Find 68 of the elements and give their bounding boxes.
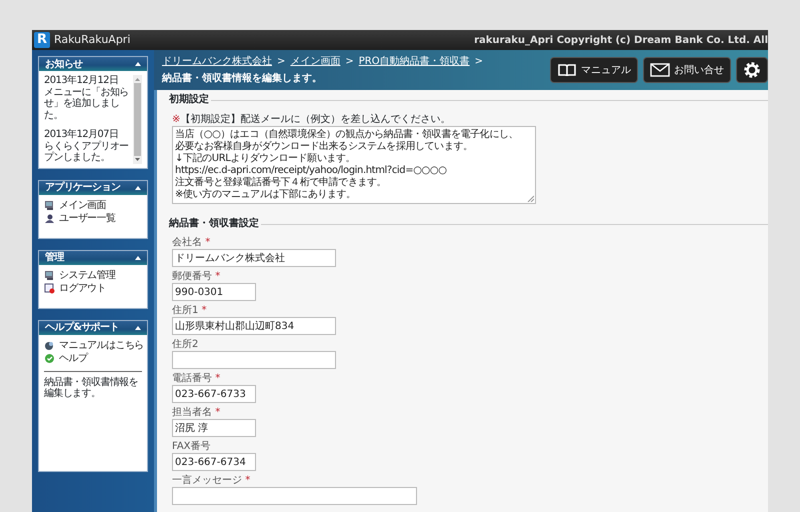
scrollbar[interactable] xyxy=(133,75,142,164)
settings-button[interactable] xyxy=(736,57,768,83)
input-field[interactable]: 023-667-6733 xyxy=(172,385,256,403)
collapse-icon[interactable] xyxy=(135,62,141,66)
menu-item[interactable]: ログアウト xyxy=(44,282,142,296)
manual-button[interactable]: マニュアル xyxy=(550,57,638,83)
page-title: 納品書・領収書情報を編集します。 xyxy=(162,72,323,86)
user-icon xyxy=(44,213,55,224)
field-label: FAX番号 xyxy=(172,441,212,453)
notice-date: 2013年12月12日 xyxy=(44,75,120,86)
text-line: ↓下記のURLよりダウンロード願います。 xyxy=(175,153,356,164)
breadcrumb-link[interactable]: PRO自動納品書・領収書 xyxy=(358,56,470,67)
text-line: 注文番号と登録電話番号下４桁で申請できます。 xyxy=(175,177,386,188)
template-textarea[interactable]: 当店（○○）はエコ（自然環境保全）の観点から納品書・領収書を電子化にし、 必要なお客様自身がダウンロード出来るシステムを採用しています。 ↓下記のURLよりダウンロード願います。 https://ec.d-apri.com/receipt/yahoo/login.html?cid=○○○○ 注文番号と登録電話番号下４桁で申請できます。 ※使い方のマニュアルは下部にあります。 xyxy=(172,126,536,204)
menu-item[interactable]: メイン画面 xyxy=(44,198,142,212)
section-title: 納品書・領収書設定 xyxy=(169,218,259,230)
panel-title: アプリケーション xyxy=(45,180,120,195)
menu-item[interactable]: マニュアルはこちら xyxy=(44,338,142,352)
logout-icon xyxy=(44,283,55,294)
settings-icon xyxy=(743,61,761,79)
breadcrumb-separator: > xyxy=(277,56,286,67)
app-logo: R xyxy=(34,32,50,48)
section-title: 初期設定 xyxy=(169,94,209,106)
field-label: 郵便番号 * xyxy=(172,271,222,283)
input-field[interactable] xyxy=(172,351,336,369)
monitor-icon xyxy=(44,270,55,281)
contact-button[interactable]: お問い合せ xyxy=(643,57,731,83)
app-name: RakuRakuApri xyxy=(54,32,130,48)
field-label: 会社名 * xyxy=(172,237,212,249)
panel-title: お知らせ xyxy=(45,58,83,72)
breadcrumb-separator: > xyxy=(474,56,484,67)
text-line: https://ec.d-apri.com/receipt/yahoo/login.html?cid=○○○○ xyxy=(175,165,447,176)
panel-title: 管理 xyxy=(45,250,64,265)
input-field[interactable]: 山形県東村山郡山辺町834 xyxy=(172,317,336,335)
breadcrumb-link[interactable]: メイン画面 xyxy=(290,56,340,67)
notice-text: メニューに「お知らせ」を追加しました。 xyxy=(44,86,130,121)
collapse-icon[interactable] xyxy=(135,326,141,330)
panel-title: ヘルプ&サポート xyxy=(45,320,119,335)
help-icon xyxy=(44,353,55,364)
menu-item[interactable]: ユーザー一覧 xyxy=(44,212,142,226)
notice-date: 2013年12月07日 xyxy=(44,129,120,140)
text-line: ※使い方のマニュアルは下部にあります。 xyxy=(175,189,356,200)
menu-item[interactable]: ヘルプ xyxy=(44,352,142,366)
scroll-down-icon[interactable] xyxy=(133,156,142,164)
resize-grip-icon[interactable] xyxy=(527,195,534,202)
panel-description: 納品書・領収書情報を編集します。 xyxy=(44,376,140,400)
breadcrumb-separator: > xyxy=(345,56,354,67)
field-label: 住所1 * xyxy=(172,305,208,317)
monitor-icon xyxy=(44,200,55,211)
input-field[interactable]: 990-0301 xyxy=(172,283,256,301)
input-field[interactable] xyxy=(172,487,417,505)
field-label: 電話番号 * xyxy=(172,373,222,385)
input-field[interactable]: 沼尻 淳 xyxy=(172,419,256,437)
input-field[interactable]: ドリームバンク株式会社 xyxy=(172,249,336,267)
note-text: ※【初期設定】配送メールに（例文）を差し込んでください。 xyxy=(172,114,452,126)
breadcrumb-link[interactable]: ドリームバンク株式会社 xyxy=(162,56,272,67)
input-field[interactable]: 023-667-6734 xyxy=(172,453,256,471)
field-label: 住所2 xyxy=(172,339,200,351)
text-line: 当店（○○）はエコ（自然環境保全）の観点から納品書・領収書を電子化にし、 xyxy=(175,129,518,140)
notice-text: らくらくアプリオープンしました。 xyxy=(44,140,130,164)
collapse-icon[interactable] xyxy=(135,186,141,190)
collapse-icon[interactable] xyxy=(135,256,141,260)
text-line: 必要なお客様自身がダウンロード出来るシステムを採用しています。 xyxy=(175,141,473,152)
field-label: 担当者名 * xyxy=(172,407,222,419)
copyright-text: rakuraku_Apri Copyright (c) Dream Bank Co. Ltd. All xyxy=(474,34,768,48)
menu-item[interactable]: システム管理 xyxy=(44,268,142,282)
field-label: 一言メッセージ * xyxy=(172,475,252,487)
envelope-icon xyxy=(650,63,670,77)
